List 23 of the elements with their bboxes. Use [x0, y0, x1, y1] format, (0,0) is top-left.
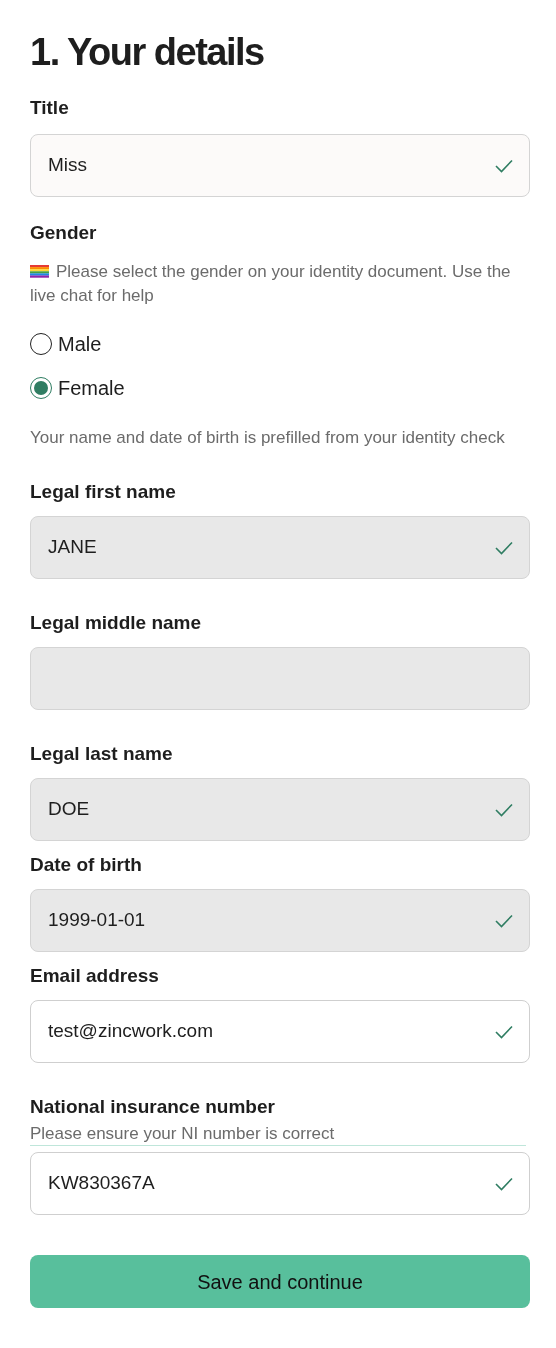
input-field[interactable]	[30, 647, 530, 710]
field-label: Date of birth	[30, 853, 143, 877]
input-field[interactable]: test@zincwork.com	[30, 1000, 530, 1063]
field-label: Gender	[30, 221, 98, 245]
input-field[interactable]: DOE	[30, 778, 530, 841]
hint-text: Please ensure your NI number is correct	[30, 1123, 526, 1146]
input-field[interactable]: 1999-01-01	[30, 889, 530, 952]
info-text: Your name and date of birth is prefilled from your identity check	[30, 427, 506, 449]
rainbow-flag-icon	[30, 264, 49, 278]
field-label: Email address	[30, 964, 160, 988]
hint-text: Please select the gender on your identity document. Use the live chat for help	[30, 261, 512, 307]
page-heading: 1. Your details	[30, 30, 265, 74]
field-label: Legal middle name	[30, 611, 203, 635]
field-label: Legal last name	[30, 742, 174, 766]
radio-option[interactable]: Male	[30, 332, 530, 356]
field-label: National insurance number	[30, 1095, 276, 1119]
input-field[interactable]: KW830367A	[30, 1152, 530, 1215]
field-label: Title	[30, 96, 70, 120]
title-select[interactable]: Miss	[30, 134, 530, 197]
save-button[interactable]: Save and continue	[30, 1255, 530, 1308]
field-label: Legal first name	[30, 480, 177, 504]
radio-option[interactable]: Female	[30, 376, 530, 400]
input-field[interactable]: JANE	[30, 516, 530, 579]
